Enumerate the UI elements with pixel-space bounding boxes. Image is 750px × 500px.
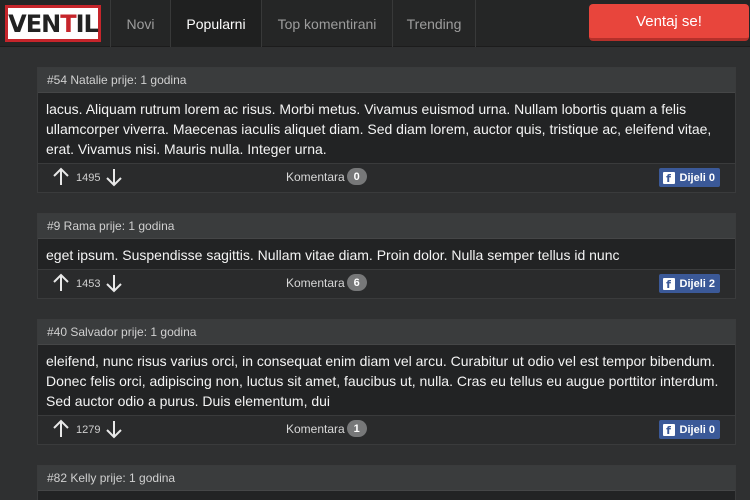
facebook-icon: f	[662, 423, 675, 436]
logo-text-2: T	[60, 9, 76, 38]
facebook-icon: f	[662, 171, 675, 184]
post-header: #82 Kelly prije: 1 godina	[38, 466, 735, 491]
facebook-share-button[interactable]: f Dijeli 0	[658, 168, 720, 187]
post-text: lacus. Aliquam rutrum lorem ac risus. Mo…	[46, 101, 712, 157]
comments-count-badge: 1	[346, 420, 367, 437]
share-label: Dijeli 2	[679, 277, 715, 290]
comments-label: Komentara	[286, 169, 345, 184]
post-card: #9 Rama prije: 1 godina eget ipsum. Susp…	[37, 213, 736, 299]
site-logo[interactable]: VEN T IL	[5, 5, 101, 42]
comments-label: Komentara	[286, 275, 345, 290]
arrow-down-icon[interactable]	[105, 273, 123, 293]
facebook-share-button[interactable]: f Dijeli 0	[658, 420, 720, 439]
post-header: #9 Rama prije: 1 godina	[38, 214, 735, 239]
arrow-up-icon[interactable]	[52, 167, 70, 187]
vote-count: 1279	[76, 424, 101, 436]
post-text: eget ipsum. Suspendisse sagittis. Nullam…	[46, 247, 620, 263]
post-text: eleifend, nunc risus varius orci, in con…	[46, 353, 719, 409]
vent-button[interactable]: Ventaj se!	[589, 4, 749, 41]
post-footer: 1453 Komentara 6 f Dijeli 2	[38, 269, 735, 298]
logo-text-3: IL	[75, 9, 99, 38]
tab-trending[interactable]: Trending	[392, 0, 476, 47]
comments-count-badge: 0	[346, 168, 367, 185]
comments-count-badge: 6	[346, 274, 367, 291]
comments-link[interactable]: Komentara 6	[286, 274, 367, 291]
post-header: #40 Salvador prije: 1 godina	[38, 320, 735, 345]
post-header: #54 Natalie prije: 1 godina	[38, 68, 735, 93]
arrow-down-icon[interactable]	[105, 419, 123, 439]
post-card: #40 Salvador prije: 1 godina eleifend, n…	[37, 319, 736, 445]
tab-top-komentirani[interactable]: Top komentirani	[261, 0, 392, 47]
post-card: #82 Kelly prije: 1 godina	[37, 465, 736, 500]
logo-wordmark: VEN T IL	[8, 8, 99, 39]
facebook-share-button[interactable]: f Dijeli 2	[658, 274, 720, 293]
vote-count: 1453	[76, 278, 101, 290]
comments-label: Komentara	[286, 421, 345, 436]
post-card: #54 Natalie prije: 1 godina lacus. Aliqu…	[37, 67, 736, 193]
share-label: Dijeli 0	[679, 171, 715, 184]
facebook-icon: f	[662, 277, 675, 290]
vote-count: 1495	[76, 172, 101, 184]
logo-text-1: VEN	[8, 9, 61, 38]
top-navbar: VEN T IL Novi Popularni Top komentirani Tr…	[0, 0, 750, 47]
comments-link[interactable]: Komentara 0	[286, 168, 367, 185]
arrow-down-icon[interactable]	[105, 167, 123, 187]
post-footer: 1495 Komentara 0 f Dijeli 0	[38, 163, 735, 192]
tab-popularni[interactable]: Popularni	[170, 0, 261, 47]
comments-link[interactable]: Komentara 1	[286, 420, 367, 437]
arrow-up-icon[interactable]	[52, 419, 70, 439]
tab-novi[interactable]: Novi	[110, 0, 170, 47]
share-label: Dijeli 0	[679, 423, 715, 436]
arrow-up-icon[interactable]	[52, 273, 70, 293]
post-footer: 1279 Komentara 1 f Dijeli 0	[38, 415, 735, 444]
